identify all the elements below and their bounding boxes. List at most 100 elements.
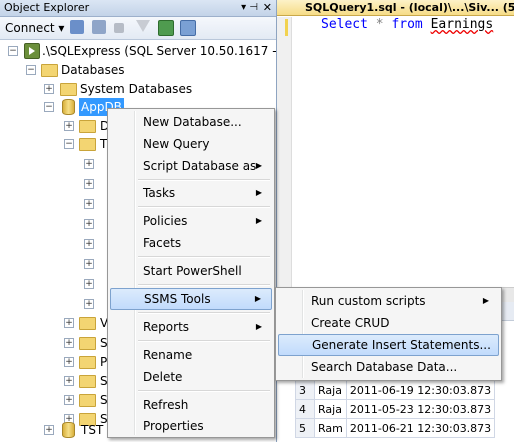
table-cell-n[interactable]: 4 (295, 399, 315, 419)
menu-separator (138, 284, 270, 286)
menu-item-label: Reports (143, 320, 190, 334)
menu-item-start-powershell[interactable]: Start PowerShell (110, 260, 272, 282)
folder-icon (60, 83, 77, 96)
expand-icon[interactable]: + (64, 338, 74, 348)
close-icon[interactable]: ✕ (263, 0, 272, 16)
folder-icon (79, 317, 96, 330)
filter-icon[interactable] (136, 20, 150, 32)
table-row[interactable]: 5 Ram 2011-06-21 12:30:03.873 (295, 418, 496, 438)
expand-icon[interactable]: + (84, 199, 94, 209)
menu-separator (138, 256, 270, 258)
submenu-arrow-icon: ▶ (254, 294, 261, 303)
folder-icon (79, 394, 96, 407)
folder-icon (79, 375, 96, 388)
expand-icon[interactable]: + (64, 121, 74, 131)
database-icon (62, 99, 75, 115)
stop-icon[interactable] (114, 23, 124, 33)
table-row[interactable]: 4 Raja 2011-05-23 12:30:03.873 (295, 399, 496, 419)
menu-item-new-query[interactable]: New Query (110, 133, 272, 155)
expand-icon[interactable]: + (64, 395, 74, 405)
table-cell-date[interactable]: 2011-06-19 12:30:03.873 (345, 380, 496, 400)
collapse-icon[interactable]: − (8, 46, 18, 56)
connect-engine-icon[interactable] (70, 20, 84, 34)
menu-item-rename[interactable]: Rename (110, 344, 272, 366)
tree-node-label: System Databases (80, 82, 193, 96)
expand-icon[interactable]: + (84, 299, 94, 309)
ssms-tools-submenu: Run custom scripts ▶ Create CRUD Generate… (275, 287, 502, 381)
tree-node-label: TST (81, 423, 104, 437)
disconnect-icon[interactable] (92, 20, 106, 34)
menu-separator (138, 312, 270, 314)
expand-icon[interactable]: + (64, 357, 74, 367)
expand-icon[interactable]: + (84, 219, 94, 229)
object-explorer-toolbar: Connect ▾ (0, 17, 276, 40)
menu-item-delete[interactable]: Delete (110, 366, 272, 388)
menu-item-script-database-as[interactable]: Script Database as ▶ (110, 155, 272, 177)
collapse-icon[interactable]: − (64, 139, 74, 149)
folder-icon (79, 356, 96, 369)
collapse-icon[interactable]: − (44, 102, 54, 112)
expand-icon[interactable]: + (84, 179, 94, 189)
query-text[interactable]: Select * from Earnings (321, 17, 493, 32)
tree-node-server[interactable]: − .\SQLExpress (SQL Server 10.50.1617 - … (0, 42, 330, 60)
tree-node-label: Databases (61, 63, 125, 77)
menu-item-label: Tasks (143, 186, 176, 200)
menu-separator (138, 390, 270, 392)
menu-item-label: Generate Insert Statements... (312, 338, 491, 352)
submenu-arrow-icon: ▶ (482, 296, 489, 305)
collapse-icon[interactable]: − (26, 65, 36, 75)
menu-item-search-database-data[interactable]: Search Database Data... (278, 356, 499, 378)
results-grid: 3 Raja 2011-06-19 12:30:03.873 4 Raja 2011-05… (295, 380, 496, 438)
expand-icon[interactable]: + (64, 318, 74, 328)
menu-item-new-database[interactable]: New Database... (110, 111, 272, 133)
folder-icon (79, 138, 96, 151)
menu-item-label: New Database... (143, 115, 242, 129)
expand-icon[interactable]: + (44, 425, 54, 435)
menu-item-label: Search Database Data... (311, 360, 458, 374)
menu-item-reports[interactable]: Reports ▶ (110, 316, 272, 338)
expand-icon[interactable]: + (84, 159, 94, 169)
menu-separator (138, 340, 270, 342)
object-explorer-titlebar: Object Explorer ▾ ⊣ ✕ (0, 0, 276, 17)
menu-item-ssms-tools[interactable]: SSMS Tools ▶ (110, 288, 272, 310)
expand-icon[interactable]: + (84, 239, 94, 249)
expand-icon[interactable]: + (44, 84, 54, 94)
menu-separator (138, 179, 270, 181)
table-cell-name[interactable]: Ram (314, 418, 347, 438)
refresh-icon[interactable] (158, 20, 174, 36)
expand-icon[interactable]: + (64, 376, 74, 386)
table-cell-n[interactable]: 5 (295, 418, 315, 438)
table-cell-n[interactable]: 3 (295, 380, 315, 400)
change-marker (285, 19, 288, 36)
table-cell-name[interactable]: Raja (314, 380, 347, 400)
tab-query[interactable]: SQLQuery1.sql - (local)\...\Siv... (52))… (277, 0, 514, 16)
menu-item-tasks[interactable]: Tasks ▶ (110, 182, 272, 204)
submenu-arrow-icon: ▶ (255, 188, 262, 197)
menu-item-create-crud[interactable]: Create CRUD (278, 312, 499, 334)
table-row[interactable]: 3 Raja 2011-06-19 12:30:03.873 (295, 380, 496, 400)
expand-icon[interactable]: + (84, 279, 94, 289)
pin-icon[interactable]: ▾ ⊣ (241, 0, 258, 16)
menu-item-policies[interactable]: Policies ▶ (110, 210, 272, 232)
sync-icon[interactable] (180, 20, 196, 36)
table-cell-date[interactable]: 2011-06-21 12:30:03.873 (345, 418, 496, 438)
menu-separator (138, 206, 270, 208)
folder-icon (79, 337, 96, 350)
code-keyword: from (391, 17, 423, 32)
submenu-arrow-icon: ▶ (255, 216, 262, 225)
menu-item-refresh[interactable]: Refresh (110, 394, 272, 416)
menu-item-label: Refresh (143, 398, 189, 412)
menu-item-generate-insert-statements[interactable]: Generate Insert Statements... (278, 334, 499, 356)
menu-item-facets[interactable]: Facets (110, 232, 272, 254)
code-star: * (375, 17, 384, 32)
expand-icon[interactable]: + (84, 259, 94, 269)
connect-button[interactable]: Connect ▾ (5, 20, 64, 36)
menu-item-run-custom-scripts[interactable]: Run custom scripts ▶ (278, 290, 499, 312)
menu-item-label: Delete (143, 370, 183, 384)
menu-item-label: Policies (143, 214, 188, 228)
code-keyword: Select (321, 17, 368, 32)
menu-item-label: Create CRUD (311, 316, 390, 330)
table-cell-name[interactable]: Raja (314, 399, 347, 419)
menu-item-properties[interactable]: Properties (110, 415, 272, 437)
table-cell-date[interactable]: 2011-05-23 12:30:03.873 (345, 399, 496, 419)
